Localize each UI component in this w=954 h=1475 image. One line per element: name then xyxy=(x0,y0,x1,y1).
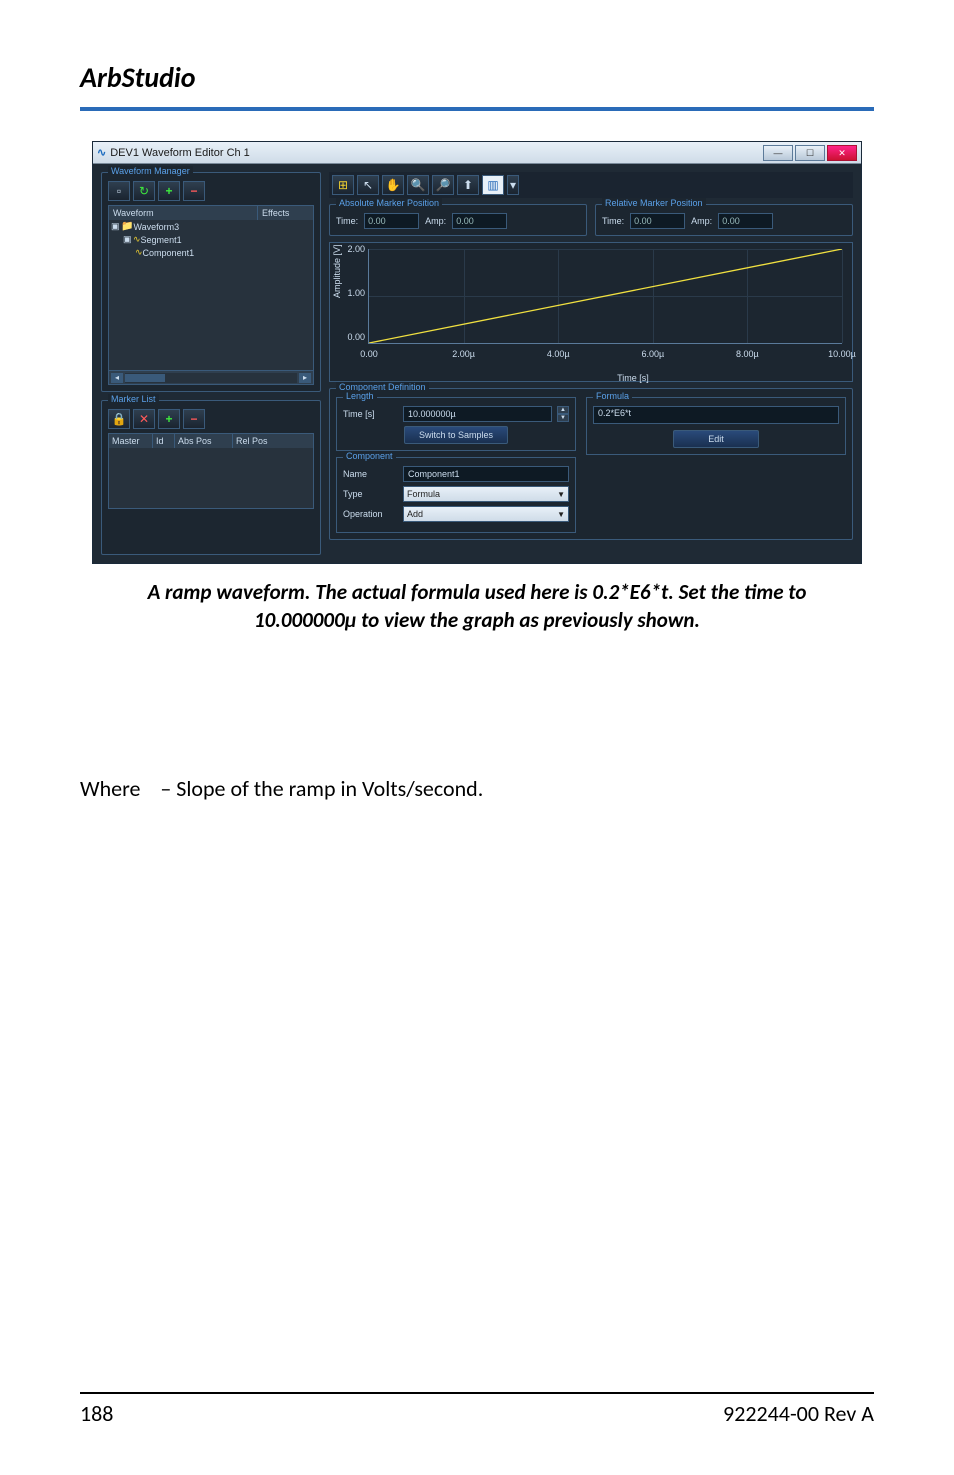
time-field[interactable]: 10.000000µ xyxy=(403,406,552,422)
rel-amp-label: Amp: xyxy=(691,216,712,226)
arrow-select-icon[interactable]: ↖ xyxy=(357,175,379,195)
name-label: Name xyxy=(343,469,397,479)
tree-row-waveform3[interactable]: ▣📁 Waveform3 xyxy=(109,220,313,233)
hand-pan-icon[interactable]: ✋ xyxy=(382,175,404,195)
abs-time-field[interactable]: 0.00 xyxy=(364,213,419,229)
tree-hscroll[interactable]: ◂ ▸ xyxy=(109,370,313,384)
rel-time-field[interactable]: 0.00 xyxy=(630,213,685,229)
length-legend: Length xyxy=(343,391,377,401)
marker-list-panel: Marker List 🔒 ✕ + − Master Id Abs Pos Re… xyxy=(101,400,321,555)
chart-more-icon[interactable]: ▾ xyxy=(507,175,519,195)
page-number: 188 xyxy=(80,1400,113,1427)
operation-label: Operation xyxy=(343,509,397,519)
arrow-up-icon[interactable]: ⬆ xyxy=(457,175,479,195)
ytick: 1.00 xyxy=(339,288,365,298)
marker-add-icon[interactable]: + xyxy=(158,409,180,429)
name-field[interactable]: Component1 xyxy=(403,466,569,482)
waveform-chart: Amplitude [V] 2.00 1.00 xyxy=(329,242,853,382)
col-abs-pos: Abs Pos xyxy=(175,434,233,448)
remove-icon[interactable]: − xyxy=(183,181,205,201)
header-rule xyxy=(80,107,874,111)
xtick: 0.00 xyxy=(360,349,378,359)
zoom-in-icon[interactable]: 🔍 xyxy=(407,175,429,195)
minimize-button[interactable]: — xyxy=(763,145,793,161)
xtick: 10.00µ xyxy=(828,349,856,359)
marker-lock-icon[interactable]: 🔒 xyxy=(108,409,130,429)
formula-panel: Formula 0.2*E6*t Edit xyxy=(586,397,846,455)
abs-marker-panel: Absolute Marker Position Time: 0.00 Amp:… xyxy=(329,204,587,236)
switch-to-samples-button[interactable]: Switch to Samples xyxy=(404,426,508,444)
formula-field[interactable]: 0.2*E6*t xyxy=(593,406,839,424)
chart-toolbar: ⊞ ↖ ✋ 🔍 🔎 ⬆ ▥ ▾ xyxy=(329,172,853,198)
xtick: 8.00µ xyxy=(736,349,759,359)
col-master: Master xyxy=(109,434,153,448)
ramp-line xyxy=(369,249,842,343)
tree-row-component1[interactable]: ∿ Component1 xyxy=(109,246,313,259)
doc-id: 922244-00 Rev A xyxy=(723,1400,874,1427)
waveform-manager-legend: Waveform Manager xyxy=(108,166,193,176)
length-panel: Length Time [s] 10.000000µ ▲▼ Switch to … xyxy=(336,397,576,451)
component-legend: Component xyxy=(343,451,396,461)
abs-time-label: Time: xyxy=(336,216,358,226)
xtick: 4.00µ xyxy=(547,349,570,359)
edit-button[interactable]: Edit xyxy=(673,430,759,448)
ytick: 2.00 xyxy=(339,244,365,254)
abs-amp-label: Amp: xyxy=(425,216,446,226)
refresh-icon[interactable]: ↻ xyxy=(133,181,155,201)
type-select[interactable]: Formula▼ xyxy=(403,486,569,502)
type-label: Type xyxy=(343,489,397,499)
close-button[interactable]: ✕ xyxy=(827,145,857,161)
marker-table[interactable]: Master Id Abs Pos Rel Pos xyxy=(108,433,314,509)
operation-select[interactable]: Add▼ xyxy=(403,506,569,522)
abs-amp-field[interactable]: 0.00 xyxy=(452,213,507,229)
col-waveform: Waveform xyxy=(109,206,258,220)
rel-marker-legend: Relative Marker Position xyxy=(602,198,706,208)
app-icon: ∿ xyxy=(97,146,106,159)
rel-time-label: Time: xyxy=(602,216,624,226)
window-title: DEV1 Waveform Editor Ch 1 xyxy=(110,147,250,159)
add-icon[interactable]: + xyxy=(158,181,180,201)
col-rel-pos: Rel Pos xyxy=(233,434,313,448)
waveform-tree[interactable]: Waveform Effects ▣📁 Waveform3 ▣∿ Segment… xyxy=(108,205,314,385)
new-waveform-icon[interactable]: ▫ xyxy=(108,181,130,201)
rel-amp-field[interactable]: 0.00 xyxy=(718,213,773,229)
formula-legend: Formula xyxy=(593,391,632,401)
xtick: 2.00µ xyxy=(452,349,475,359)
xtick: 6.00µ xyxy=(641,349,664,359)
tree-row-segment1[interactable]: ▣∿ Segment1 xyxy=(109,233,313,246)
component-definition-panel: Component Definition Length Time [s] 10.… xyxy=(329,388,853,540)
waveform-manager-panel: Waveform Manager ▫ ↻ + − Waveform Effect… xyxy=(101,172,321,392)
maximize-button[interactable]: ☐ xyxy=(795,145,825,161)
chart-xlabel: Time [s] xyxy=(617,373,649,383)
component-panel: Component Name Component1 Type Formula▼ xyxy=(336,457,576,533)
chart-options-icon[interactable]: ▥ xyxy=(482,175,504,195)
rel-marker-panel: Relative Marker Position Time: 0.00 Amp:… xyxy=(595,204,853,236)
pan-view-icon[interactable]: ⊞ xyxy=(332,175,354,195)
time-label: Time [s] xyxy=(343,409,397,419)
time-spinner[interactable]: ▲▼ xyxy=(557,406,569,422)
abs-marker-legend: Absolute Marker Position xyxy=(336,198,442,208)
body-paragraph: Where – Slope of the ramp in Volts/secon… xyxy=(80,775,874,802)
page-title: ArbStudio xyxy=(80,60,874,95)
title-bar: ∿ DEV1 Waveform Editor Ch 1 — ☐ ✕ xyxy=(93,142,861,164)
zoom-out-icon[interactable]: 🔎 xyxy=(432,175,454,195)
marker-remove-icon[interactable]: − xyxy=(183,409,205,429)
marker-list-legend: Marker List xyxy=(108,394,159,404)
waveform-editor-window: ∿ DEV1 Waveform Editor Ch 1 — ☐ ✕ Wavefo… xyxy=(92,141,862,564)
col-id: Id xyxy=(153,434,175,448)
marker-delete-icon[interactable]: ✕ xyxy=(133,409,155,429)
figure-caption: A ramp waveform. The actual formula used… xyxy=(92,578,862,635)
ytick: 0.00 xyxy=(339,332,365,342)
page-footer: 188 922244-00 Rev A xyxy=(80,1392,874,1427)
col-effects: Effects xyxy=(258,206,313,220)
